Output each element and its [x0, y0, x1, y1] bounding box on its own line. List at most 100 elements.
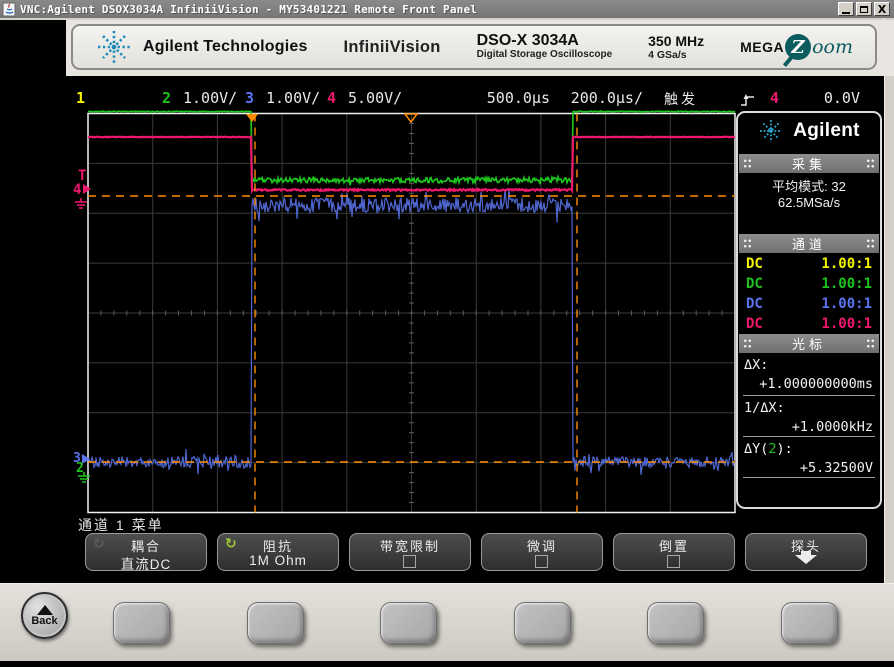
cursor-dx-value: +1.000000000ms	[759, 376, 873, 392]
softkey-button-6[interactable]	[781, 602, 838, 644]
ch4-coupling: DC	[746, 316, 763, 332]
title-bar[interactable]: VNC:Agilent DSOX3034A InfiniiVision - MY…	[0, 0, 894, 18]
divider	[743, 436, 875, 437]
bandwidth-limit-softkey[interactable]: 带宽限制	[349, 533, 471, 571]
samplerate-spec: 4 GSa/s	[648, 49, 704, 61]
softkey-button-5[interactable]	[647, 602, 704, 644]
divider	[743, 477, 875, 478]
probe-arrow-icon	[795, 555, 817, 564]
cursor-dy-post: ):	[777, 441, 793, 457]
invert-softkey[interactable]: 倒置	[613, 533, 735, 571]
scope-display: T432	[72, 110, 738, 516]
fine-adjust-label: 微调	[482, 536, 602, 555]
drag-grip-icon[interactable]	[866, 238, 875, 249]
magnifier-handle	[783, 56, 793, 67]
ch1-probe-ratio: 1.00:1	[821, 256, 872, 272]
fine-adjust-checkbox[interactable]	[535, 555, 548, 568]
status-ch4-number: 4	[327, 89, 336, 107]
cursor-dy-label: ΔY(2):	[744, 441, 793, 457]
megazoom-logo: MEGA Z oom	[740, 34, 853, 60]
status-trigger-source: 4	[770, 89, 779, 107]
model-description: Digital Storage Oscilloscope	[477, 50, 613, 61]
menu-title: 通道 1 菜单	[78, 515, 164, 535]
megazoom-z: Z	[792, 37, 805, 58]
drag-grip-icon[interactable]	[866, 158, 875, 169]
status-ch1-number: 1	[76, 89, 85, 107]
maximize-button[interactable]	[856, 2, 872, 16]
cursors-section-header: 光标	[739, 334, 879, 353]
status-trigger-word: 触发	[664, 89, 698, 107]
product-family: InfiniiVision	[344, 38, 441, 57]
status-timebase: 200.0µs/	[558, 89, 643, 107]
banner-box: Agilent Technologies InfiniiVision DSO-X…	[71, 24, 877, 70]
invert-checkbox[interactable]	[667, 555, 680, 568]
agilent-starburst-icon	[95, 28, 133, 66]
cursor-inv-dx-label: 1/ΔX:	[744, 400, 785, 416]
cursor-dy-channel: 2	[768, 441, 776, 457]
bandwidth-spec: 350 MHz	[648, 33, 704, 49]
back-label: Back	[31, 615, 57, 627]
close-button[interactable]: X	[874, 2, 890, 16]
ch3-probe-ratio: 1.00:1	[821, 296, 872, 312]
coupling-value: 直流DC	[86, 553, 206, 573]
megazoom-magnifier-icon: Z	[785, 34, 811, 60]
close-icon: X	[878, 4, 886, 15]
invert-label: 倒置	[614, 536, 734, 555]
info-sidebar: Agilent 采集 平均模式: 32 62.5MSa/s 通道 DC 1.00…	[736, 111, 882, 509]
ch2-probe-ratio: 1.00:1	[821, 276, 872, 292]
acquisition-title: 采集	[752, 154, 866, 173]
status-ch3-number: 3	[245, 89, 254, 107]
minimize-button[interactable]	[838, 2, 854, 16]
minimize-icon	[842, 12, 850, 14]
agilent-starburst-icon-small	[758, 118, 784, 144]
ch4-probe-ratio: 1.00:1	[821, 316, 872, 332]
acquisition-mode: 平均模式: 32	[738, 176, 880, 195]
impedance-softkey[interactable]: ↻ 阻抗 1M Ohm	[217, 533, 339, 571]
megazoom-mega-text: MEGA	[740, 39, 784, 55]
megazoom-oom-text: oom	[812, 36, 853, 58]
window-frame-right	[884, 18, 894, 660]
softkey-button-2[interactable]	[247, 602, 304, 644]
bandwidth-limit-checkbox[interactable]	[403, 555, 416, 568]
cursor-inv-dx-value: +1.0000kHz	[792, 419, 873, 435]
cursor-dx-label: ΔX:	[744, 357, 768, 373]
model-number: DSO-X 3034A	[477, 33, 613, 50]
drag-grip-icon[interactable]	[743, 238, 752, 249]
softkey-button-3[interactable]	[380, 602, 437, 644]
channels-section-header: 通道	[739, 234, 879, 253]
bandwidth-limit-label: 带宽限制	[350, 536, 470, 555]
edge-trigger-icon	[740, 92, 756, 107]
probe-softkey[interactable]: 探头	[745, 533, 867, 571]
acquisition-samplerate: 62.5MSa/s	[738, 195, 880, 210]
brand-name: Agilent Technologies	[143, 38, 308, 56]
drag-grip-icon[interactable]	[743, 338, 752, 349]
vnc-window: VNC:Agilent DSOX3034A InfiniiVision - MY…	[0, 0, 894, 667]
status-ch2-number: 2	[162, 89, 171, 107]
drag-grip-icon[interactable]	[743, 158, 752, 169]
svg-text:4: 4	[73, 182, 81, 198]
svg-text:2: 2	[76, 461, 84, 476]
status-delay-time: 500.0µs	[470, 89, 550, 107]
softkey-button-1[interactable]	[113, 602, 170, 644]
instrument-banner: Agilent Technologies InfiniiVision DSO-X…	[66, 20, 894, 76]
window-title: VNC:Agilent DSOX3034A InfiniiVision - MY…	[20, 3, 477, 16]
channel-row-1: DC 1.00:1	[746, 254, 872, 273]
channel-row-2: DC 1.00:1	[746, 274, 872, 293]
channel-row-4: DC 1.00:1	[746, 314, 872, 333]
maximize-icon	[860, 6, 868, 13]
cursors-title: 光标	[752, 334, 866, 353]
ch3-coupling: DC	[746, 296, 763, 312]
ch2-coupling: DC	[746, 276, 763, 292]
acquisition-section-header: 采集	[739, 154, 879, 173]
fine-adjust-softkey[interactable]: 微调	[481, 533, 603, 571]
softkey-button-4[interactable]	[514, 602, 571, 644]
cursor-dy-pre: ΔY(	[744, 441, 768, 457]
status-ch4-scale: 5.00V/	[348, 89, 402, 107]
cursor-dy-value: +5.32500V	[800, 460, 873, 476]
front-panel: Back	[0, 583, 894, 661]
drag-grip-icon[interactable]	[866, 338, 875, 349]
coupling-softkey[interactable]: ↻ 耦合 直流DC	[85, 533, 207, 571]
ch1-coupling: DC	[746, 256, 763, 272]
status-ch3-scale: 1.00V/	[266, 89, 320, 107]
back-button[interactable]: Back	[21, 592, 68, 639]
